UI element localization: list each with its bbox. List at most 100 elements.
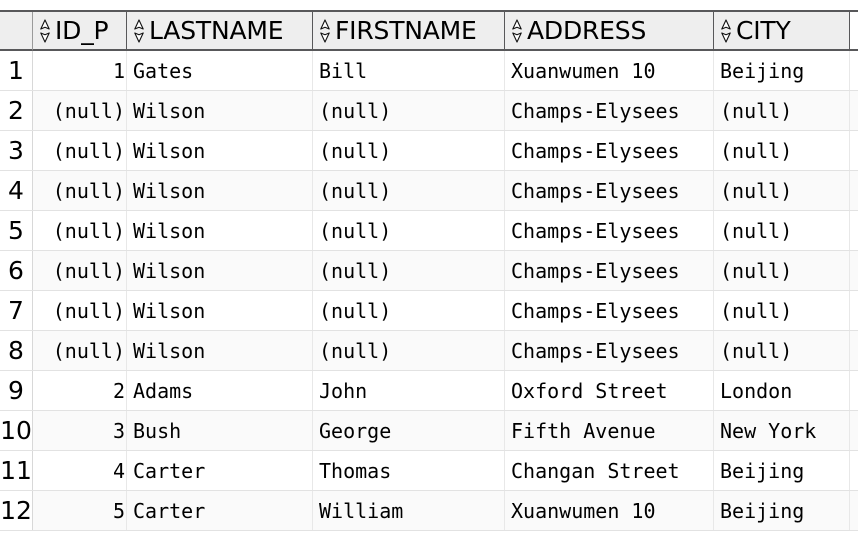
cell-city[interactable]: (null): [714, 251, 850, 290]
cell-city[interactable]: (null): [714, 171, 850, 210]
cell-firstname[interactable]: Bill: [313, 51, 505, 90]
cell-firstname[interactable]: John: [313, 371, 505, 410]
cell-lastname[interactable]: Carter: [127, 451, 313, 490]
table-row[interactable]: 4 (null) Wilson (null) Champs-Elysees (null): [0, 171, 858, 211]
table-row[interactable]: 5 (null) Wilson (null) Champs-Elysees (null): [0, 211, 858, 251]
result-grid[interactable]: ID_P LASTNAME FIRSTNAME ADDRESS CITY 1 1 Gates…: [0, 0, 858, 540]
row-number-cell[interactable]: 11: [0, 451, 33, 490]
column-header-lastname[interactable]: LASTNAME: [127, 12, 313, 51]
column-header-firstname[interactable]: FIRSTNAME: [313, 12, 505, 51]
table-row[interactable]: 7 (null) Wilson (null) Champs-Elysees (null): [0, 291, 858, 331]
row-number-cell[interactable]: 1: [0, 51, 33, 90]
cell-id-p[interactable]: (null): [33, 291, 127, 330]
cell-firstname[interactable]: (null): [313, 211, 505, 250]
cell-id-p[interactable]: (null): [33, 251, 127, 290]
cell-city[interactable]: Beijing: [714, 51, 850, 90]
table-row[interactable]: 12 5 Carter William Xuanwumen 10 Beijing: [0, 491, 858, 531]
cell-lastname[interactable]: Bush: [127, 411, 313, 450]
cell-id-p[interactable]: 1: [33, 51, 127, 90]
cell-lastname[interactable]: Wilson: [127, 171, 313, 210]
cell-address[interactable]: Champs-Elysees: [505, 251, 714, 290]
row-number-cell[interactable]: 5: [0, 211, 33, 250]
row-number-cell[interactable]: 6: [0, 251, 33, 290]
cell-lastname[interactable]: Carter: [127, 491, 313, 530]
cell-city[interactable]: New York: [714, 411, 850, 450]
sort-updown-icon: [40, 18, 50, 43]
row-number-label: 2: [8, 95, 24, 125]
cell-city[interactable]: London: [714, 371, 850, 410]
cell-address[interactable]: Champs-Elysees: [505, 291, 714, 330]
cell-firstname[interactable]: Thomas: [313, 451, 505, 490]
cell-address[interactable]: Fifth Avenue: [505, 411, 714, 450]
table-row[interactable]: 3 (null) Wilson (null) Champs-Elysees (null): [0, 131, 858, 171]
column-header-city[interactable]: CITY: [714, 12, 850, 51]
cell-address[interactable]: Champs-Elysees: [505, 331, 714, 370]
cell-address[interactable]: Champs-Elysees: [505, 171, 714, 210]
cell-lastname[interactable]: Wilson: [127, 91, 313, 130]
cell-city[interactable]: (null): [714, 91, 850, 130]
cell-id-p[interactable]: (null): [33, 331, 127, 370]
cell-city[interactable]: (null): [714, 131, 850, 170]
cell-id-p[interactable]: 5: [33, 491, 127, 530]
cell-firstname[interactable]: (null): [313, 91, 505, 130]
row-number-cell[interactable]: 4: [0, 171, 33, 210]
cell-address[interactable]: Xuanwumen 10: [505, 51, 714, 90]
row-number-cell[interactable]: 8: [0, 331, 33, 370]
row-number-label: 9: [8, 375, 24, 405]
cell-firstname[interactable]: William: [313, 491, 505, 530]
column-header-address[interactable]: ADDRESS: [505, 12, 714, 51]
cell-firstname[interactable]: (null): [313, 171, 505, 210]
cell-id-p[interactable]: (null): [33, 91, 127, 130]
table-row[interactable]: 11 4 Carter Thomas Changan Street Beijing: [0, 451, 858, 491]
row-number-cell[interactable]: 7: [0, 291, 33, 330]
table-row[interactable]: 2 (null) Wilson (null) Champs-Elysees (null): [0, 91, 858, 131]
cell-firstname[interactable]: (null): [313, 331, 505, 370]
table-row[interactable]: 1 1 Gates Bill Xuanwumen 10 Beijing: [0, 51, 858, 91]
cell-address[interactable]: Champs-Elysees: [505, 211, 714, 250]
row-number-cell[interactable]: 9: [0, 371, 33, 410]
cell-lastname[interactable]: Wilson: [127, 251, 313, 290]
cell-id-p[interactable]: 3: [33, 411, 127, 450]
cell-city[interactable]: Beijing: [714, 491, 850, 530]
table-row[interactable]: 10 3 Bush George Fifth Avenue New York: [0, 411, 858, 451]
cell-id-p[interactable]: (null): [33, 171, 127, 210]
cell-lastname[interactable]: Adams: [127, 371, 313, 410]
column-header-label: CITY: [736, 15, 791, 45]
sort-updown-icon: [134, 18, 144, 43]
grid-corner-cell[interactable]: [0, 12, 33, 51]
cell-city[interactable]: (null): [714, 331, 850, 370]
cell-city[interactable]: (null): [714, 211, 850, 250]
row-number-label: 10: [0, 415, 32, 445]
column-header-label: ID_P: [55, 15, 109, 45]
cell-lastname[interactable]: Gates: [127, 51, 313, 90]
row-number-cell[interactable]: 2: [0, 91, 33, 130]
cell-city[interactable]: Beijing: [714, 451, 850, 490]
table-row[interactable]: 6 (null) Wilson (null) Champs-Elysees (null): [0, 251, 858, 291]
cell-address[interactable]: Champs-Elysees: [505, 131, 714, 170]
column-header-id-p[interactable]: ID_P: [33, 12, 127, 51]
row-number-cell[interactable]: 3: [0, 131, 33, 170]
cell-lastname[interactable]: Wilson: [127, 211, 313, 250]
cell-lastname[interactable]: Wilson: [127, 131, 313, 170]
cell-id-p[interactable]: 4: [33, 451, 127, 490]
cell-address[interactable]: Xuanwumen 10: [505, 491, 714, 530]
cell-address[interactable]: Champs-Elysees: [505, 91, 714, 130]
row-filler: [850, 331, 858, 370]
cell-address[interactable]: Oxford Street: [505, 371, 714, 410]
row-number-cell[interactable]: 12: [0, 491, 33, 530]
cell-id-p[interactable]: (null): [33, 211, 127, 250]
cell-id-p[interactable]: (null): [33, 131, 127, 170]
cell-address[interactable]: Changan Street: [505, 451, 714, 490]
grid-header-filler: [850, 12, 858, 51]
cell-city[interactable]: (null): [714, 291, 850, 330]
row-number-cell[interactable]: 10: [0, 411, 33, 450]
cell-firstname[interactable]: (null): [313, 251, 505, 290]
cell-lastname[interactable]: Wilson: [127, 291, 313, 330]
cell-lastname[interactable]: Wilson: [127, 331, 313, 370]
cell-firstname[interactable]: (null): [313, 131, 505, 170]
cell-id-p[interactable]: 2: [33, 371, 127, 410]
cell-firstname[interactable]: George: [313, 411, 505, 450]
table-row[interactable]: 9 2 Adams John Oxford Street London: [0, 371, 858, 411]
table-row[interactable]: 8 (null) Wilson (null) Champs-Elysees (null): [0, 331, 858, 371]
cell-firstname[interactable]: (null): [313, 291, 505, 330]
